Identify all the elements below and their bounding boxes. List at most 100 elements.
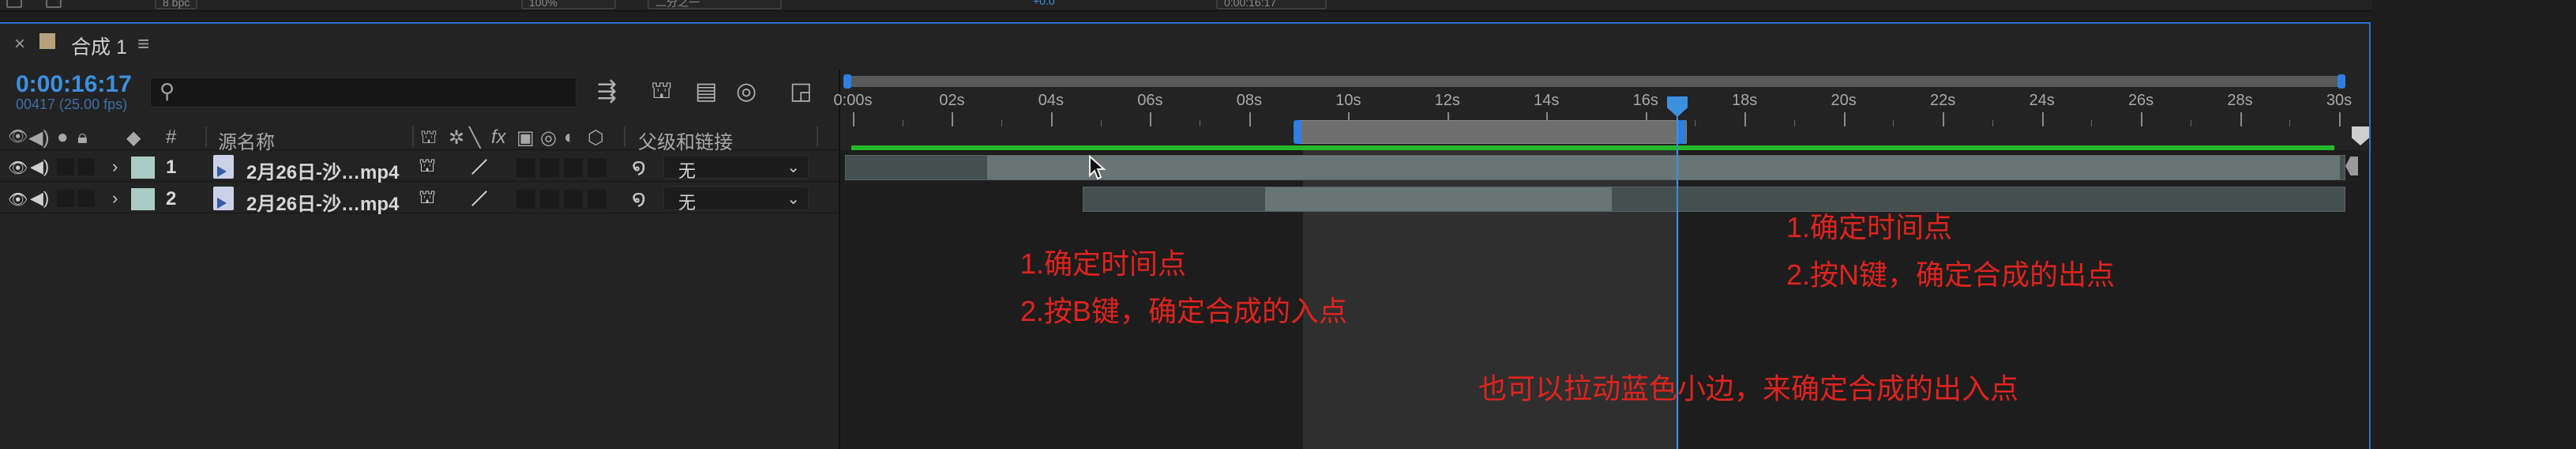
parent-dropdown[interactable]: 无 ⌄ <box>663 187 809 213</box>
comp-in-point-handle[interactable] <box>1294 120 1301 144</box>
shy-switch-icon[interactable]: ⛫ <box>420 126 437 150</box>
quality-switch-icon[interactable] <box>471 190 488 207</box>
comp-color-swatch <box>39 33 55 49</box>
pick-whip-icon[interactable]: ໑ <box>632 185 646 211</box>
background-area <box>2372 0 2576 449</box>
motion-blur-icon[interactable]: ◎ <box>736 77 757 105</box>
ruler-minor-tick <box>1100 120 1102 126</box>
pick-whip-icon[interactable]: ໑ <box>632 153 646 179</box>
column-separator <box>205 126 207 147</box>
switch-box[interactable] <box>516 158 535 177</box>
work-area-bar[interactable] <box>847 76 2345 87</box>
ruler-tick <box>1744 112 1747 126</box>
table-row[interactable]: 👁 ◀) › 1 2月26日-沙…mp4 ⛫ ໑ 无 ⌄ <box>0 152 839 184</box>
shy-switch-icon[interactable]: ⛫ <box>419 155 436 179</box>
graph-editor-icon[interactable]: ◲ <box>790 77 812 105</box>
ruler-tick <box>1050 112 1053 126</box>
ruler-tick <box>2339 112 2341 126</box>
toolbar-icon[interactable] <box>6 0 22 8</box>
annotation-drag-tip: 也可以拉动蓝色小边，来确定合成的出入点 <box>1478 372 2019 405</box>
table-row[interactable]: 👁 ◀) › 2 2月26日-沙…mp4 ⛫ ໑ 无 ⌄ <box>0 183 839 216</box>
chevron-down-icon: ⌄ <box>787 159 800 176</box>
lock-icon[interactable]: 🔒︎ <box>77 126 88 149</box>
visibility-eye-icon[interactable]: 👁 <box>8 158 28 178</box>
work-area-start-handle[interactable] <box>843 74 851 89</box>
chevron-down-icon: ⌄ <box>787 191 800 208</box>
layer-source-name[interactable]: 2月26日-沙…mp4 <box>246 157 399 184</box>
switch-box[interactable] <box>564 158 583 177</box>
ruler-tick-label: 04s <box>1038 92 1065 109</box>
solo-toggle[interactable] <box>57 158 74 175</box>
fx-switch[interactable]: fx <box>491 126 506 149</box>
3d-switch-icon[interactable]: ⬡ <box>588 126 604 149</box>
column-source-name[interactable]: 源名称 <box>218 126 275 154</box>
label-tag-icon[interactable]: ◆ <box>126 126 141 149</box>
comp-range-bar[interactable] <box>1295 120 1687 144</box>
switch-box[interactable] <box>540 190 559 209</box>
column-hash[interactable]: # <box>166 126 176 149</box>
bpc-label[interactable]: 8 bpc <box>155 0 198 9</box>
layer-source-name[interactable]: 2月26日-沙…mp4 <box>246 188 399 216</box>
frame-blend-switch-icon[interactable]: ▣ <box>516 126 535 149</box>
collapse-switch-icon[interactable]: ✲ <box>449 126 464 149</box>
label-color-swatch[interactable] <box>131 157 155 179</box>
tab-title[interactable]: 合成 1 <box>71 32 127 60</box>
column-separator <box>412 126 414 147</box>
search-input[interactable] <box>150 77 576 108</box>
solo-icon[interactable]: ● <box>57 126 69 149</box>
switch-box[interactable] <box>564 190 583 209</box>
toolbar-timecode[interactable]: 0:00:16:17 <box>1216 0 1327 9</box>
chevron-right-icon[interactable]: › <box>112 157 118 177</box>
lock-toggle[interactable] <box>77 190 95 207</box>
audio-icon[interactable]: ◀) <box>28 126 49 149</box>
annotation-out-step2: 2.按N键，确定合成的出点 <box>1786 258 2116 291</box>
comp-out-point-handle[interactable] <box>1677 120 1685 144</box>
ruler-tick <box>2141 112 2143 126</box>
switch-box[interactable] <box>540 158 559 177</box>
motion-blur-switch-icon[interactable]: ◎ <box>540 126 557 149</box>
comp-flowchart-icon[interactable]: ⇶ <box>597 77 617 105</box>
audio-icon[interactable]: ◀) <box>30 157 49 177</box>
shy-layers-icon[interactable]: ⛫ <box>651 77 673 108</box>
switch-box[interactable] <box>516 190 535 209</box>
visibility-eye-icon[interactable]: 👁 <box>8 190 28 209</box>
quality-switch-icon[interactable]: ╲ <box>469 126 480 149</box>
current-time[interactable]: 0:00:16:17 <box>16 71 132 98</box>
quality-switch-icon[interactable] <box>471 158 488 175</box>
audio-icon[interactable]: ◀) <box>30 188 49 209</box>
ruler-tick <box>1843 112 1846 126</box>
chevron-right-icon[interactable]: › <box>112 188 118 209</box>
ruler-tick-label: 24s <box>2029 92 2055 109</box>
ruler-tick-label: 14s <box>1534 92 1560 109</box>
ruler-tick-label: 28s <box>2227 92 2253 109</box>
ruler-tick-label: 22s <box>1930 92 1956 109</box>
ruler-tick <box>853 112 854 126</box>
label-color-swatch[interactable] <box>131 188 155 210</box>
column-parent-link[interactable]: 父级和链接 <box>638 126 733 154</box>
toolbar-icon[interactable] <box>46 0 62 8</box>
ruler-minor-tick <box>2289 120 2291 126</box>
switch-box[interactable] <box>588 190 606 209</box>
annotation-in-step2: 2.按B键，确定合成的入点 <box>1020 295 1348 327</box>
ruler-tick-label: 02s <box>939 92 965 109</box>
layer-duration-bar[interactable] <box>845 155 2345 180</box>
adjustment-switch-icon[interactable]: ◐ <box>564 126 576 149</box>
frame-blending-icon[interactable]: ▤ <box>695 77 717 105</box>
parent-value: 无 <box>678 161 697 181</box>
hamburger-menu-icon[interactable]: ≡ <box>137 32 149 56</box>
parent-dropdown[interactable]: 无 ⌄ <box>663 155 809 181</box>
ruler-minor-tick <box>1893 120 1894 126</box>
lock-toggle[interactable] <box>77 158 95 175</box>
column-separator <box>624 126 625 147</box>
eye-icon[interactable]: 👁 <box>8 126 28 146</box>
close-icon[interactable]: × <box>14 33 25 55</box>
switch-box[interactable] <box>588 158 606 177</box>
layer-duration-bar[interactable] <box>1083 187 2345 212</box>
exposure-value[interactable]: +0.0 <box>1027 0 1061 9</box>
shy-switch-icon[interactable]: ⛫ <box>419 187 436 210</box>
solo-toggle[interactable] <box>57 190 74 207</box>
work-area-end-handle[interactable] <box>2338 74 2345 89</box>
zoom-select[interactable]: 100% <box>521 0 616 9</box>
resolution-select[interactable]: 二分之一 <box>648 0 782 9</box>
ruler-tick-label: 26s <box>2127 92 2154 109</box>
